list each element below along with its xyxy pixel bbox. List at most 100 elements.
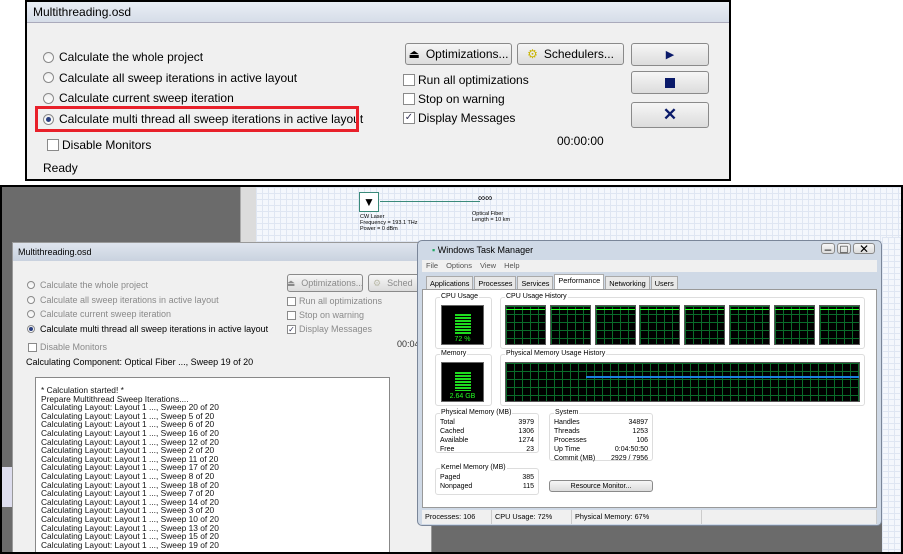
stat-value: 2929 / 7956: [611, 455, 648, 462]
stat-row: Total 3979: [440, 418, 534, 427]
stat-row: Available 1274: [440, 436, 534, 445]
option-checkbox: ✓ Display Messages: [287, 324, 372, 334]
stat-row: Cached 1306: [440, 427, 534, 436]
checkbox-box[interactable]: ✓: [403, 112, 415, 124]
cpu-core-line: [640, 309, 680, 310]
radio-option[interactable]: Calculate the whole project: [43, 50, 203, 64]
cpu-usage-group: CPU Usage 72 %: [435, 293, 492, 349]
stat-row: Up Time 0:04:50:50: [554, 445, 648, 454]
disable-monitors-checkbox: Disable Monitors: [28, 342, 107, 352]
memory-history-line: [586, 376, 859, 378]
status-text: Ready: [43, 161, 78, 175]
window-controls: – □ ✕: [821, 242, 875, 256]
cpu-core-line: [774, 309, 814, 310]
stat-row: Handles 34897: [554, 418, 648, 427]
checkbox-label: Disable Monitors: [62, 138, 152, 152]
checkbox-box: ✓: [287, 324, 296, 334]
button-label: Optimizations...: [301, 278, 364, 288]
menu-item[interactable]: File: [426, 261, 438, 271]
option-checkbox[interactable]: Run all optimizations: [403, 73, 529, 87]
fiber-length: Length = 10 km: [472, 217, 511, 223]
stat-row: Free 23: [440, 445, 534, 454]
stop-icon: [665, 77, 675, 88]
status-bar: Processes: 106 CPU Usage: 72% Physical Mem…: [422, 510, 877, 524]
laser-component[interactable]: ▼: [359, 192, 379, 212]
menu-item[interactable]: View: [480, 261, 496, 271]
cpu-meter: 72 %: [441, 305, 484, 345]
radio-label: Calculate current sweep iteration: [59, 91, 234, 106]
multithreading-dialog-running: Multithreading.osd Calculate the whole p…: [12, 242, 438, 552]
stat-label: Processes: [554, 437, 587, 444]
stat-row: Commit (MB) 2929 / 7956: [554, 454, 648, 463]
group-label: System: [554, 409, 580, 416]
message-log[interactable]: * Calculation started! * Prepare Multithr…: [35, 377, 390, 552]
radio-button[interactable]: [43, 92, 54, 104]
minimize-button[interactable]: –: [821, 242, 835, 256]
radio-label: Calculate all sweep iterations in active…: [59, 70, 298, 85]
title-bar: Multithreading.osd: [13, 243, 431, 261]
radio-label: Calculate multi thread all sweep iterati…: [40, 323, 269, 334]
schematic-canvas: ▼ ∞∞ CW Laser Frequency = 193.1 THz Power …: [256, 187, 901, 247]
stat-value: 0:04:50:50: [614, 446, 648, 453]
side-toolbar: [2, 467, 12, 507]
cpu-core-line: [595, 309, 635, 310]
stop-button[interactable]: [631, 71, 709, 94]
highlight-box: [35, 106, 359, 132]
menu-item[interactable]: Help: [504, 261, 519, 271]
checkbox-box[interactable]: [47, 139, 59, 151]
option-checkbox[interactable]: ✓ Display Messages: [403, 111, 515, 125]
optimize-icon: ⏏: [408, 47, 420, 61]
laser-label: CW Laser Frequency = 193.1 THz Power = 0 d…: [360, 214, 418, 232]
memory-group: Memory 2.64 GB: [435, 350, 492, 406]
memory-history-group: Physical Memory Usage History: [500, 350, 865, 406]
stat-value: 3979: [518, 419, 534, 426]
cpu-core-graph: [594, 305, 636, 345]
optimizations-button[interactable]: ⏏ Optimizations...: [405, 43, 512, 65]
cancel-button[interactable]: ✕: [631, 102, 709, 128]
radio-option[interactable]: Calculate current sweep iteration: [43, 91, 234, 105]
memory-value: 2.64 GB: [449, 393, 476, 400]
menu-item[interactable]: Options: [446, 261, 472, 271]
option-checkbox: Stop on warning: [287, 310, 364, 320]
button-label: Sched: [387, 278, 413, 288]
radio-button[interactable]: [43, 51, 54, 63]
checkbox-box: [28, 342, 37, 352]
radio-option: Calculate multi thread all sweep iterati…: [27, 324, 268, 334]
fiber-icon[interactable]: ∞∞: [478, 193, 492, 204]
radio-button: [27, 310, 35, 319]
group-label: Physical Memory (MB): [440, 409, 513, 416]
optimize-icon: ⏏: [286, 277, 296, 288]
checkbox-box[interactable]: [403, 93, 415, 105]
stat-label: Handles: [554, 419, 580, 426]
radio-option[interactable]: Calculate all sweep iterations in active…: [43, 71, 297, 85]
canvas-edge: [882, 237, 901, 552]
disable-monitors-checkbox[interactable]: Disable Monitors: [47, 138, 151, 152]
system-group: System Handles 34897 Threads 1253 Processes 10…: [549, 409, 653, 463]
schedulers-button[interactable]: ⚙ Schedulers...: [517, 43, 624, 65]
resource-monitor-button[interactable]: Resource Monitor...: [549, 480, 653, 492]
maximize-button[interactable]: □: [837, 242, 851, 256]
checkbox-label: Display Messages: [299, 324, 373, 334]
stat-label: Commit (MB): [554, 455, 596, 462]
radio-label: Calculate current sweep iteration: [40, 309, 172, 320]
button-label: Schedulers...: [543, 47, 614, 61]
option-checkbox[interactable]: Stop on warning: [403, 92, 505, 106]
fiber-link: [380, 201, 480, 202]
physical-memory-group: Physical Memory (MB) Total 3979 Cached 1306 A…: [435, 409, 539, 454]
checkbox-box[interactable]: [403, 74, 415, 86]
stat-value: 1253: [632, 428, 648, 435]
radio-option: Calculate the whole project: [27, 280, 148, 290]
cpu-core-line: [730, 309, 769, 310]
run-button[interactable]: ▶: [631, 43, 709, 66]
cpu-core-line: [685, 309, 725, 310]
group-label: Physical Memory Usage History: [505, 350, 607, 357]
radio-button: [27, 281, 35, 289]
group-label: Memory: [440, 350, 468, 357]
cpu-core-graph: [684, 305, 726, 345]
fiber-label: Optical Fiber Length = 10 km: [472, 211, 510, 223]
radio-label: Calculate the whole project: [40, 280, 149, 290]
checkbox-label: Stop on warning: [299, 310, 365, 320]
radio-button[interactable]: [43, 72, 54, 84]
close-button[interactable]: ✕: [853, 242, 875, 256]
cpu-core-graph: [639, 305, 681, 345]
